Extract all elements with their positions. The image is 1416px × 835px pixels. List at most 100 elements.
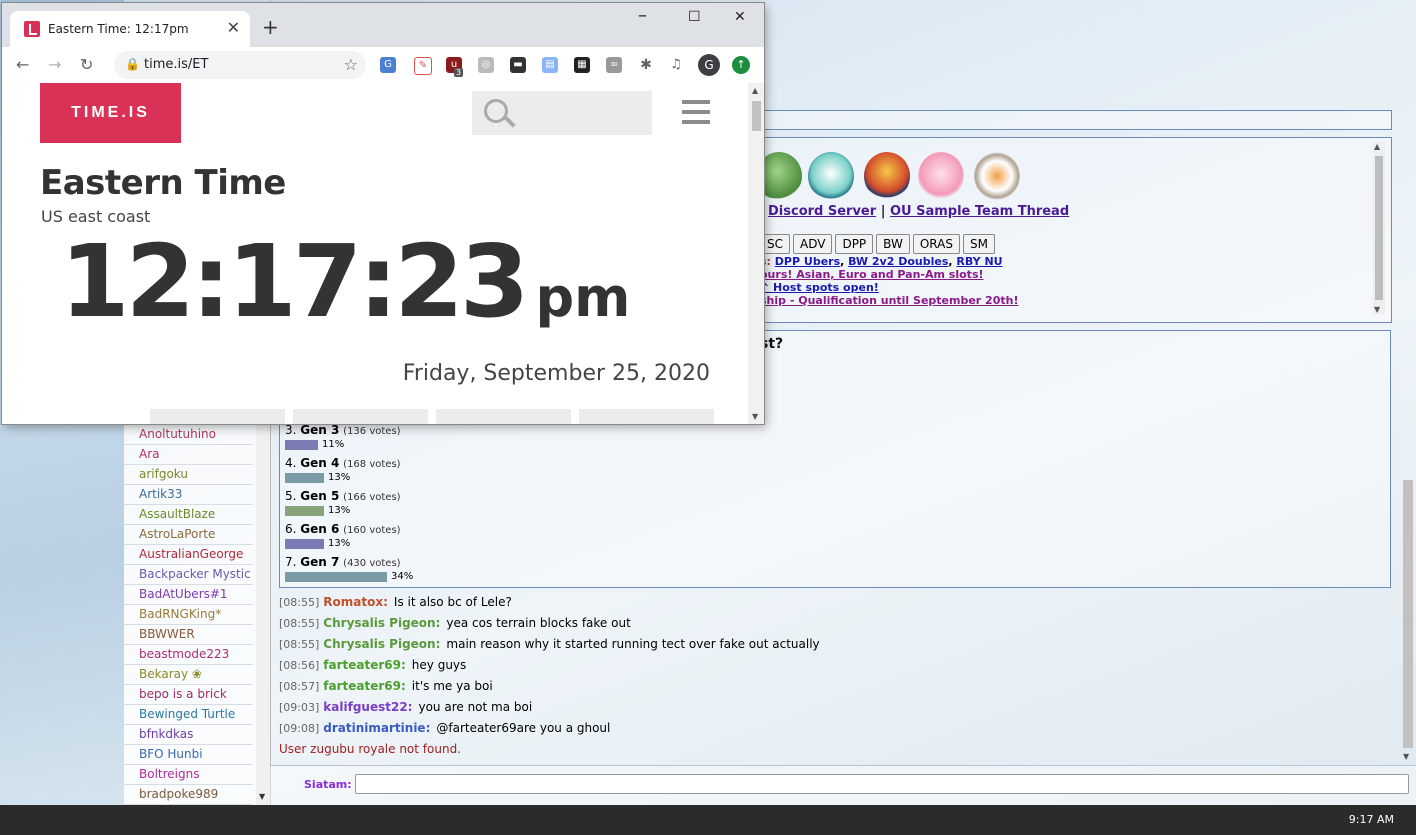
gen-button-dpp[interactable]: DPP — [835, 234, 874, 254]
gen-button-sm[interactable]: SM — [962, 234, 995, 254]
media-control-icon[interactable]: ♫ — [668, 57, 684, 73]
extension-icon[interactable]: ▦ — [574, 57, 590, 73]
user-list-item[interactable]: Bekaray ❀ — [124, 665, 253, 685]
user-list-item[interactable]: bepo is a brick — [124, 685, 253, 705]
news-line[interactable]: ^ Host spots open! — [760, 281, 1018, 294]
discord-server-link[interactable]: Discord Server — [768, 204, 876, 219]
profile-avatar[interactable]: G — [698, 54, 720, 76]
user-list-item[interactable]: Bewinged Turtle — [124, 705, 253, 725]
intro-scrollbar[interactable]: ▲ ▼ — [1373, 142, 1385, 314]
tab-eastern-time[interactable]: Eastern Time: 12:17pm ✕ — [10, 11, 250, 47]
news-link[interactable]: BW 2v2 Doubles — [848, 255, 948, 268]
bookmark-star-icon[interactable]: ☆ — [344, 55, 358, 74]
back-icon[interactable]: ← — [16, 55, 29, 74]
hamburger-menu-icon[interactable] — [682, 100, 710, 130]
translate-extension-icon[interactable]: G — [380, 57, 396, 73]
message-timestamp[interactable]: [08:55] — [279, 617, 319, 630]
poll-option-label: Gen 3 — [300, 423, 340, 437]
user-list-item[interactable]: AssaultBlaze — [124, 505, 253, 525]
scroll-up-icon[interactable]: ▲ — [1374, 142, 1380, 151]
chat-scroll-thumb[interactable] — [1403, 480, 1413, 748]
message-timestamp[interactable]: [09:08] — [279, 722, 319, 735]
user-list-item[interactable]: BBWWER — [124, 625, 253, 645]
gen-button-adv[interactable]: ADV — [793, 234, 833, 254]
extension-icon[interactable]: ◎ — [478, 57, 494, 73]
user-list-item[interactable]: beastmode223 — [124, 645, 253, 665]
user-list-item[interactable]: Artik33 — [124, 485, 253, 505]
message-timestamp[interactable]: [08:55] — [279, 638, 319, 651]
forward-icon[interactable]: → — [48, 55, 61, 74]
time-is-logo[interactable]: TIME.IS — [40, 83, 181, 143]
user-list-item[interactable]: Anoltutuhino — [124, 425, 253, 445]
news-link[interactable]: ^ Host spots open! — [760, 281, 879, 294]
message-timestamp[interactable]: [08:57] — [279, 680, 319, 693]
message-username[interactable]: farteater69: — [323, 679, 406, 693]
scroll-down-icon[interactable]: ▼ — [259, 792, 265, 801]
user-list-item[interactable]: AstroLaPorte — [124, 525, 253, 545]
chat-message-input[interactable] — [355, 774, 1409, 794]
page-scrollbar[interactable]: ▲ ▼ — [748, 83, 764, 424]
search-input[interactable] — [472, 91, 652, 135]
reload-icon[interactable]: ↻ — [80, 55, 93, 74]
scroll-down-icon[interactable]: ▼ — [1374, 305, 1380, 314]
user-list-item[interactable]: bradpoke989 — [124, 785, 253, 805]
news-link[interactable]: RBY NU — [956, 255, 1002, 268]
scroll-down-icon[interactable]: ▼ — [752, 412, 758, 421]
page-scroll-thumb[interactable] — [752, 101, 761, 131]
content-tile[interactable] — [436, 409, 571, 424]
lock-icon[interactable]: 🔒 — [125, 57, 140, 71]
update-icon[interactable]: ↑ — [732, 56, 750, 74]
message-timestamp[interactable]: [08:55] — [279, 596, 319, 609]
message-timestamp[interactable]: [09:03] — [279, 701, 319, 714]
compose-bar: Siatam: — [270, 765, 1416, 806]
message-username[interactable]: kalifguest22: — [323, 700, 412, 714]
user-list-item[interactable]: Backpacker Mystic — [124, 565, 253, 585]
address-bar[interactable]: 🔒 time.is/ET ☆ — [114, 51, 366, 79]
news-link[interactable]: DPP Ubers — [775, 255, 840, 268]
scroll-down-icon[interactable]: ▼ — [1403, 752, 1409, 761]
user-list-item[interactable]: arifgoku — [124, 465, 253, 485]
close-tab-icon[interactable]: ✕ — [227, 18, 240, 37]
message-username[interactable]: Chrysalis Pigeon: — [323, 637, 440, 651]
gen-button-oras[interactable]: ORAS — [912, 234, 960, 254]
user-list-item[interactable]: BadAtUbers#1 — [124, 585, 253, 605]
message-text: Is it also bc of Lele? — [393, 595, 512, 609]
current-username[interactable]: Siatam: — [304, 778, 352, 791]
ou-sample-team-thread-link[interactable]: OU Sample Team Thread — [890, 204, 1069, 219]
content-tile[interactable] — [293, 409, 428, 424]
message-username[interactable]: Chrysalis Pigeon: — [323, 616, 440, 630]
extensions-puzzle-icon[interactable]: ✱ — [638, 57, 654, 73]
user-list-item[interactable]: Boltreigns — [124, 765, 253, 785]
message-timestamp[interactable]: [08:56] — [279, 659, 319, 672]
message-username[interactable]: Romatox: — [323, 595, 388, 609]
gen-button-gsc[interactable]: SC — [760, 234, 790, 254]
user-list-scrollbar[interactable]: ▼ — [256, 425, 270, 805]
message-username[interactable]: farteater69: — [323, 658, 406, 672]
content-tile[interactable] — [579, 409, 714, 424]
taskbar-clock[interactable]: 9:17 AM — [1349, 813, 1394, 826]
user-list-item[interactable]: BadRNGKing* — [124, 605, 253, 625]
news-line[interactable]: ours! Asian, Euro and Pan-Am slots! — [760, 268, 1018, 281]
close-window-icon[interactable]: ✕ — [734, 9, 746, 25]
user-list-item[interactable]: Ara — [124, 445, 253, 465]
scroll-up-icon[interactable]: ▲ — [752, 86, 758, 95]
user-list-item[interactable]: BFO Hunbi — [124, 745, 253, 765]
content-tile[interactable] — [150, 409, 285, 424]
message-username[interactable]: dratinimartinie: — [323, 721, 430, 735]
new-tab-icon[interactable]: + — [262, 15, 279, 39]
extension-icon[interactable]: ✎ — [414, 57, 432, 75]
gen-button-bw[interactable]: BW — [876, 234, 910, 254]
news-link[interactable]: ours! Asian, Euro and Pan-Am slots! — [760, 268, 984, 281]
chat-scrollbar[interactable]: ▼ — [1399, 0, 1416, 765]
intro-scroll-thumb[interactable] — [1375, 156, 1383, 300]
url-text[interactable]: time.is/ET — [144, 57, 208, 72]
document-extension-icon[interactable]: ▤ — [542, 57, 558, 73]
minimize-icon[interactable]: – — [638, 5, 647, 26]
news-line[interactable]: ship - Qualification until September 20t… — [760, 294, 1018, 307]
user-list-item[interactable]: bfnkdkas — [124, 725, 253, 745]
maximize-icon[interactable]: ☐ — [688, 9, 701, 25]
news-link[interactable]: ship - Qualification until September 20t… — [760, 294, 1018, 307]
user-list-item[interactable]: AustralianGeorge — [124, 545, 253, 565]
extension-icon[interactable]: ∞ — [606, 57, 622, 73]
incognito-extension-icon[interactable]: ▬ — [510, 57, 526, 73]
